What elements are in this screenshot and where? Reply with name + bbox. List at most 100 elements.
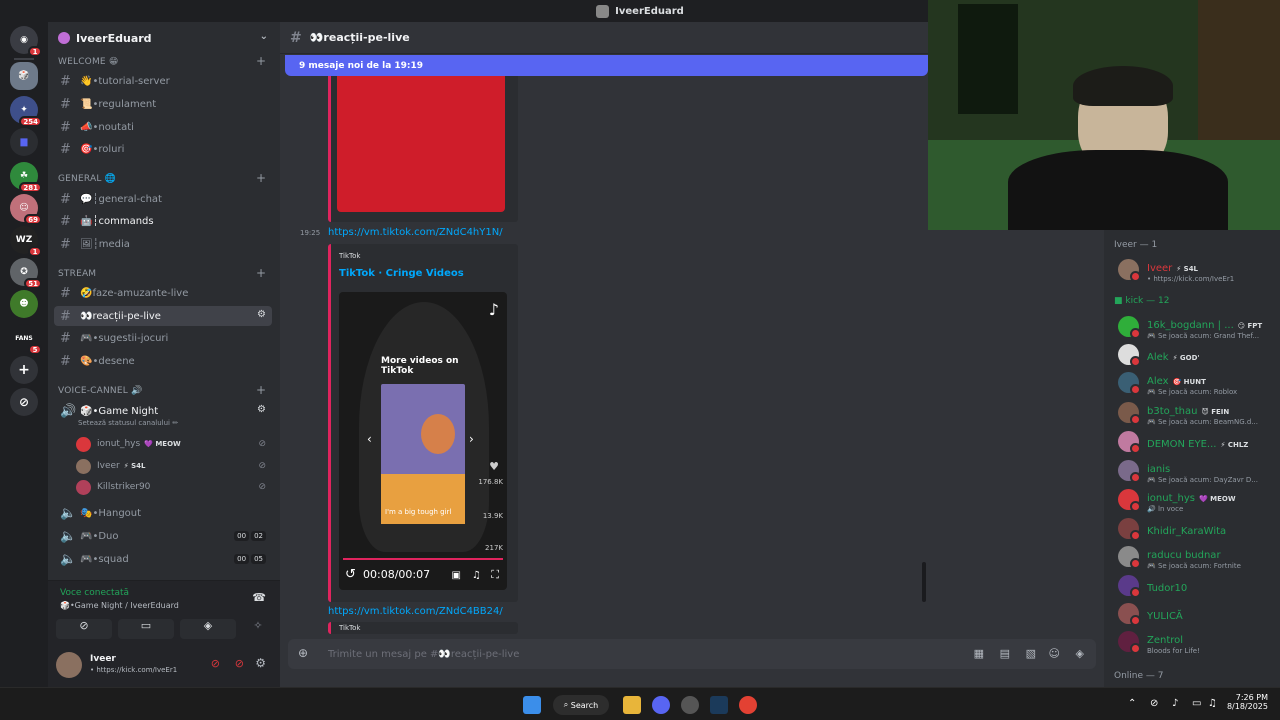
soundboard-button[interactable]: ✧ — [242, 619, 274, 639]
voice-channel-squad[interactable]: 🔈 🎮•squad 00 05 — [54, 549, 272, 569]
category-general[interactable]: GENERAL 🌐 — [58, 174, 116, 184]
sticker-icon[interactable]: ▧ — [1026, 647, 1036, 660]
create-channel-icon[interactable]: + — [256, 54, 266, 68]
server-folder[interactable]: ▆ — [10, 128, 38, 156]
video-carousel-preview[interactable] — [381, 384, 465, 524]
channel-faze-amuzante-live[interactable]: # 🤣faze-amuzante-live — [54, 283, 272, 303]
member-item[interactable]: ianis 🎮 Se joacă acum: DayZavr D... — [1118, 458, 1278, 484]
voice-channel-hangout[interactable]: 🔈 🎭•Hangout — [54, 503, 272, 523]
clock[interactable]: 7:26 PM 8/18/2025 — [1226, 693, 1268, 711]
screen-share-button[interactable]: ▭ — [118, 619, 174, 639]
channel-settings-icon[interactable]: ⚙ — [257, 309, 266, 320]
channel-reactii-pe-live[interactable]: # 👀reacții-pe-live ⚙ — [54, 306, 272, 326]
home-button[interactable]: ◉ 1 — [10, 26, 42, 57]
member-item[interactable]: Tudor10 — [1118, 573, 1278, 598]
member-item[interactable]: Iveer ⚡ S4L • https://kick.com/IveEr1 — [1118, 257, 1278, 283]
server-item[interactable]: ☘ 281 — [10, 162, 42, 193]
video-thumbnail[interactable] — [337, 76, 505, 212]
voice-user[interactable]: Killstriker90 ⊘ — [76, 477, 272, 497]
gift-icon[interactable]: ▦ — [974, 647, 984, 660]
create-channel-icon[interactable]: + — [256, 266, 266, 280]
voice-channel-duo[interactable]: 🔈 🎮•Duo 00 02 — [54, 526, 272, 546]
server-item[interactable]: ☺ 69 — [10, 194, 42, 225]
channel-desene[interactable]: # 🎨•desene — [54, 351, 272, 371]
member-item[interactable]: ionut_hys 💜 MEOW 🔊 În voce — [1118, 487, 1278, 513]
server-item[interactable]: 🎲 — [10, 62, 38, 90]
voice-location[interactable]: 🎲•Game Night / IveerEduard — [60, 601, 179, 610]
channel-roluri[interactable]: # 🎯•roluri — [54, 139, 272, 159]
category-stream[interactable]: STREAM — [58, 269, 96, 279]
progress-bar[interactable] — [343, 558, 503, 560]
tray-chevron-icon[interactable]: ⌃ — [1128, 698, 1136, 709]
steam-icon[interactable] — [710, 696, 728, 714]
channel-regulament[interactable]: # 📜•regulament — [54, 94, 272, 114]
scrollbar[interactable] — [922, 562, 926, 602]
create-channel-icon[interactable]: + — [256, 171, 266, 185]
message-link[interactable]: https://vm.tiktok.com/ZNdC4hY1N/ — [328, 227, 503, 238]
voice-status[interactable]: Voce conectată — [60, 588, 129, 598]
activity-button[interactable]: ◈ — [180, 619, 236, 639]
member-item[interactable]: Alek ⚡ GOD' — [1118, 342, 1278, 367]
username[interactable]: Iveer — [90, 654, 116, 664]
member-item[interactable]: raducu budnar 🎮 Se joacă acum: Fortnite — [1118, 544, 1278, 570]
add-server-button[interactable]: + — [10, 356, 38, 384]
channel-commands[interactable]: # 🤖┆commands — [54, 211, 272, 231]
channel-general-chat[interactable]: # 💬┆general-chat — [54, 189, 272, 209]
member-item[interactable]: Zentrol Bloods for Life! — [1118, 629, 1278, 655]
channel-status[interactable]: Setează statusul canalului ✏ — [78, 419, 178, 427]
camera-button[interactable]: ⊘ — [56, 619, 112, 639]
server-item[interactable]: FANS 5 — [10, 324, 42, 355]
channel-noutati[interactable]: # 📣•noutati — [54, 117, 272, 137]
member-item[interactable]: Alex 🎯 HUNT 🎮 Se joacă acum: Roblox — [1118, 370, 1278, 396]
mic-muted-icon[interactable]: ⊘ — [211, 657, 220, 670]
message-composer[interactable]: ⊕ Trimite un mesaj pe #👀reacții-pe-live … — [288, 639, 1096, 669]
replay-icon[interactable]: ↺ — [345, 567, 356, 582]
tiktok-video-player[interactable]: ♪ More videos on TikTok ‹ › I'm a big to… — [339, 292, 507, 590]
category-welcome[interactable]: WELCOME 😁 — [58, 57, 118, 67]
member-item[interactable]: Khidir_KaraWita — [1118, 516, 1278, 541]
network-icon[interactable]: ⊘ — [1150, 698, 1158, 709]
create-channel-icon[interactable]: + — [256, 383, 266, 397]
volume-icon[interactable]: ♫ — [472, 570, 481, 581]
carousel-prev-icon[interactable]: ‹ — [367, 432, 372, 446]
discover-button[interactable]: ⊘ — [10, 388, 38, 416]
settings-gear-icon[interactable]: ⚙ — [255, 656, 266, 670]
disconnect-icon[interactable]: ☎ — [252, 591, 266, 604]
discord-taskbar-icon[interactable] — [652, 696, 670, 714]
add-attachment-icon[interactable]: ⊕ — [298, 646, 308, 660]
deafen-icon[interactable]: ⊘ — [235, 657, 244, 670]
start-button[interactable] — [523, 696, 541, 714]
carousel-next-icon[interactable]: › — [469, 432, 474, 446]
captions-icon[interactable]: ▣ — [452, 570, 461, 581]
file-explorer-icon[interactable] — [623, 696, 641, 714]
guild-header[interactable]: IveerEduard ⌄ — [48, 22, 280, 54]
voice-settings-icon[interactable]: ⚙ — [257, 404, 266, 415]
embed-title[interactable]: TikTok · Cringe Videos — [339, 268, 464, 279]
emoji-icon[interactable]: ☺ — [1049, 647, 1060, 660]
channel-sugestii-jocuri[interactable]: # 🎮•sugestii-jocuri — [54, 328, 272, 348]
apps-icon[interactable]: ◈ — [1076, 647, 1084, 660]
member-item[interactable]: DEMON EYE... ⚡ CHLZ — [1118, 429, 1278, 454]
member-item[interactable]: YULICĂ — [1118, 601, 1278, 626]
volume-icon[interactable]: ♫ — [1208, 698, 1217, 709]
display-icon[interactable]: ▭ — [1192, 698, 1201, 709]
chrome-icon[interactable] — [739, 696, 757, 714]
message-link[interactable]: https://vm.tiktok.com/ZNdC4BB24/ — [328, 606, 503, 617]
category-voice[interactable]: VOICE-CANNEL 🔊 — [58, 386, 142, 396]
server-item[interactable]: ✪ 51 — [10, 258, 42, 289]
fullscreen-icon[interactable]: ⛶ — [491, 568, 499, 582]
search-button[interactable]: ⌕ Search — [553, 695, 609, 715]
voice-channel-game-night[interactable]: 🔊 🎲•Game Night ⚙ — [54, 401, 272, 421]
microphone-icon[interactable]: ♪ — [1172, 698, 1178, 709]
channel-media[interactable]: # 🖼┆media — [54, 234, 272, 254]
server-item[interactable]: ✦ 254 — [10, 96, 42, 127]
server-item[interactable]: ☻ — [10, 290, 38, 318]
voice-user[interactable]: Iveer ⚡ S4L ⊘ — [76, 456, 272, 476]
avatar[interactable] — [56, 652, 82, 678]
member-item[interactable]: 16k_bogdann | ... 😏 FPT 🎮 Se joacă acum: G… — [1118, 314, 1278, 340]
voice-user[interactable]: ionut_hys 💜 MEOW ⊘ — [76, 434, 272, 454]
member-item[interactable]: b3to_thau 😈 FEIN 🎮 Se joacă acum: BeamNG.d… — [1118, 400, 1278, 426]
channel-tutorial-server[interactable]: # 👋•tutorial-server — [54, 71, 272, 91]
gif-icon[interactable]: ▤ — [1000, 647, 1010, 660]
app-taskbar-icon[interactable] — [681, 696, 699, 714]
